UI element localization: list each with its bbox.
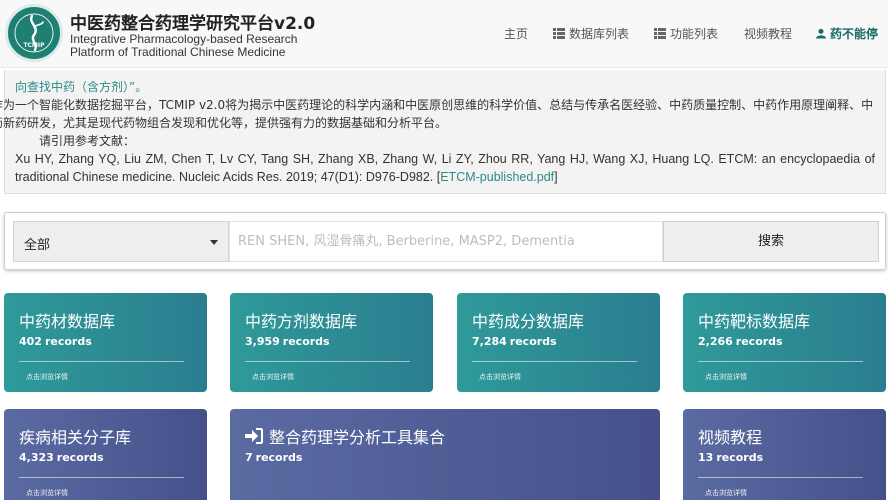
card-herb-database[interactable]: 中药材数据库 402 records 点击浏览详情	[4, 293, 207, 392]
card-ingredient-database[interactable]: 中药成分数据库 7,284 records 点击浏览详情	[457, 293, 660, 392]
card-target-database[interactable]: 中药靶标数据库 2,266 records 点击浏览详情	[683, 293, 886, 392]
card-title: 视频教程	[698, 428, 763, 447]
site-subtitle-line2: Platform of Traditional Chinese Medicine	[70, 45, 286, 59]
tcmip-logo[interactable]: TCMIP	[5, 4, 63, 62]
category-select[interactable]: 全部	[13, 221, 229, 262]
site-title: 中医药整合药理学研究平台v2.0	[70, 14, 316, 34]
nav-home[interactable]: 主页	[504, 24, 528, 42]
nav-function-list[interactable]: 功能列表	[654, 24, 718, 42]
card-title: 疾病相关分子库	[19, 428, 132, 447]
card-disease-molecule-database[interactable]: 疾病相关分子库 4,323 records 点击浏览详情	[4, 409, 207, 500]
card-detail-link[interactable]: 点击浏览详情	[705, 372, 747, 382]
list-icon	[553, 27, 565, 39]
card-divider	[245, 361, 410, 362]
site-header: TCMIP 中医药整合药理学研究平台v2.0 Integrative Pharm…	[0, 0, 888, 68]
cite-label: 请引用参考文献：	[39, 134, 136, 148]
card-divider	[698, 361, 863, 362]
nav-database-list[interactable]: 数据库列表	[553, 24, 629, 42]
intro-partial-line: 向查找中药（含方剂）”。	[15, 80, 148, 94]
nav-video-tutorial[interactable]: 视频教程	[744, 24, 792, 42]
card-title: 整合药理学分析工具集合	[269, 428, 446, 447]
chevron-down-icon	[210, 240, 218, 245]
search-input[interactable]	[229, 221, 663, 262]
nav-video-tutorial-label: 视频教程	[744, 26, 793, 41]
nav-database-list-label: 数据库列表	[569, 26, 630, 41]
card-count: 4,323 records	[19, 451, 104, 464]
nav-home-label: 主页	[504, 26, 529, 41]
card-analysis-tools[interactable]: 整合药理学分析工具集合 7 records	[230, 409, 660, 500]
pdf-link[interactable]: ETCM-published.pdf	[440, 170, 554, 184]
citation: Xu HY, Zhang YQ, Liu ZM, Chen T, Lv CY, …	[15, 150, 875, 186]
card-video-tutorial[interactable]: 视频教程 13 records 点击浏览详情	[683, 409, 886, 500]
card-formula-database[interactable]: 中药方剂数据库 3,959 records 点击浏览详情	[230, 293, 433, 392]
citation-end: ]	[554, 170, 558, 184]
card-title: 中药方剂数据库	[245, 312, 358, 331]
card-detail-link[interactable]: 点击浏览详情	[252, 372, 294, 382]
card-divider	[19, 361, 184, 362]
card-title: 中药成分数据库	[472, 312, 585, 331]
list-icon	[654, 27, 666, 39]
card-detail-link[interactable]: 点击浏览详情	[705, 488, 747, 498]
svg-text:TCMIP: TCMIP	[23, 42, 45, 49]
search-button[interactable]: 搜索	[663, 221, 879, 262]
card-detail-link[interactable]: 点击浏览详情	[26, 488, 68, 498]
card-title: 中药靶标数据库	[698, 312, 811, 331]
card-count: 7 records	[245, 451, 303, 464]
nav-user-label: 药不能停	[830, 26, 879, 41]
nav-function-list-label: 功能列表	[670, 26, 719, 41]
card-count: 13 records	[698, 451, 764, 464]
card-count: 402 records	[19, 335, 92, 348]
card-count: 2,266 records	[698, 335, 783, 348]
card-count: 3,959 records	[245, 335, 330, 348]
card-title: 中药材数据库	[19, 312, 116, 331]
card-divider	[472, 361, 637, 362]
nav-user[interactable]: 药不能停	[816, 24, 878, 42]
card-title-row: 整合药理学分析工具集合	[245, 424, 445, 448]
category-select-value: 全部	[24, 238, 51, 253]
search-bar: 全部 搜索	[4, 212, 886, 270]
card-divider	[698, 477, 863, 478]
sign-in-icon	[245, 428, 263, 444]
intro-panel: 向查找中药（含方剂）”。 作为一个智能化数据挖掘平台，TCMIP v2.0将为揭…	[0, 70, 886, 194]
user-icon	[816, 28, 826, 38]
intro-paragraph: 作为一个智能化数据挖掘平台，TCMIP v2.0将为揭示中医药理论的科学内涵和中…	[0, 98, 874, 130]
card-detail-link[interactable]: 点击浏览详情	[479, 372, 521, 382]
card-divider	[19, 477, 184, 478]
site-subtitle-line1: Integrative Pharmacology-based Research	[70, 32, 298, 46]
card-count: 7,284 records	[472, 335, 557, 348]
card-detail-link[interactable]: 点击浏览详情	[26, 372, 68, 382]
